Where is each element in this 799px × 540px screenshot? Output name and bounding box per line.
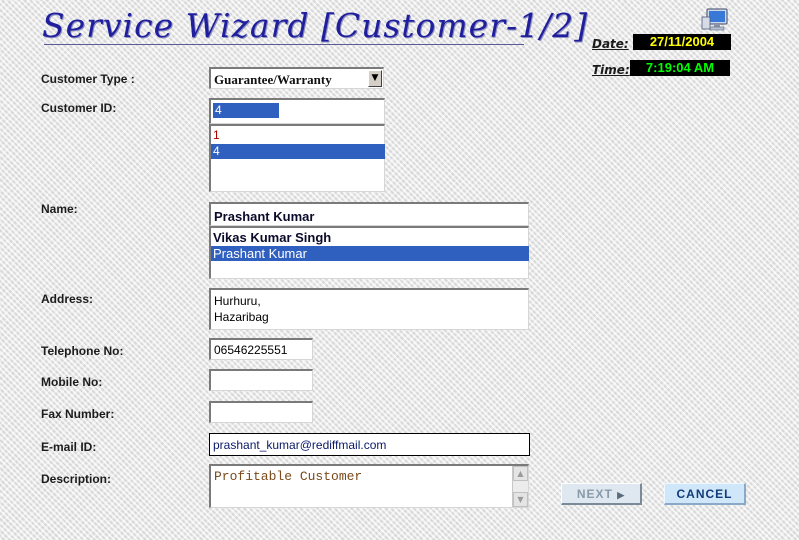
email-input[interactable]: prashant_kumar@rediffmail.com	[209, 433, 530, 456]
list-item[interactable]: 4	[211, 144, 385, 159]
customer-type-value: Guarantee/Warranty	[214, 72, 332, 87]
date-display: 27/11/2004	[633, 34, 731, 50]
name-list[interactable]: Vikas Kumar Singh Prashant Kumar	[209, 226, 529, 279]
computer-monitor-icon	[701, 7, 731, 33]
scroll-up-icon[interactable]: ▲	[513, 466, 528, 481]
title-underline	[44, 44, 524, 45]
telephone-label: Telephone No:	[41, 344, 124, 358]
date-label: Date:	[592, 37, 629, 51]
next-button[interactable]: NEXT ▶	[561, 483, 642, 505]
play-arrow-icon: ▶	[617, 490, 626, 500]
cancel-button[interactable]: CANCEL	[664, 483, 746, 505]
address-textarea[interactable]: Hurhuru, Hazaribag	[209, 288, 529, 330]
description-scrollbar[interactable]: ▲ ▼	[512, 466, 528, 507]
description-value: Profitable Customer	[214, 469, 363, 484]
list-item[interactable]: Prashant Kumar	[211, 246, 529, 261]
mobile-value	[211, 372, 217, 376]
chevron-down-icon[interactable]: ▼	[368, 70, 382, 87]
customer-id-list[interactable]: 1 4	[209, 124, 385, 192]
customer-type-label: Customer Type :	[41, 72, 135, 86]
name-input[interactable]: Prashant Kumar	[209, 202, 529, 226]
name-label: Name:	[41, 202, 78, 216]
time-label: Time:	[592, 63, 630, 77]
email-value: prashant_kumar@rediffmail.com	[213, 438, 387, 452]
list-item[interactable]: 1	[211, 128, 385, 143]
fax-label: Fax Number:	[41, 407, 115, 421]
fax-value	[211, 404, 217, 408]
customer-id-value: 4	[213, 103, 279, 118]
description-textarea[interactable]: Profitable Customer ▲ ▼	[209, 464, 529, 508]
next-label: NEXT	[576, 487, 613, 501]
mobile-input[interactable]	[209, 369, 313, 391]
address-label: Address:	[41, 292, 94, 306]
list-item[interactable]: Vikas Kumar Singh	[211, 230, 529, 245]
fax-input[interactable]	[209, 401, 313, 423]
address-line-2: Hazaribag	[214, 310, 269, 324]
customer-type-select[interactable]: Guarantee/Warranty ▼	[209, 67, 384, 89]
description-label: Description:	[41, 472, 112, 486]
telephone-input[interactable]: 06546225551	[209, 338, 313, 360]
mobile-label: Mobile No:	[41, 375, 103, 389]
telephone-value: 06546225551	[214, 343, 288, 357]
customer-id-input[interactable]: 4	[209, 98, 385, 124]
name-value: Prashant Kumar	[214, 209, 315, 224]
customer-id-label: Customer ID:	[41, 101, 117, 115]
cancel-label: CANCEL	[676, 487, 733, 501]
time-display: 7:19:04 AM	[630, 60, 730, 76]
email-label: E-mail ID:	[41, 440, 97, 454]
scroll-down-icon[interactable]: ▼	[513, 492, 528, 507]
